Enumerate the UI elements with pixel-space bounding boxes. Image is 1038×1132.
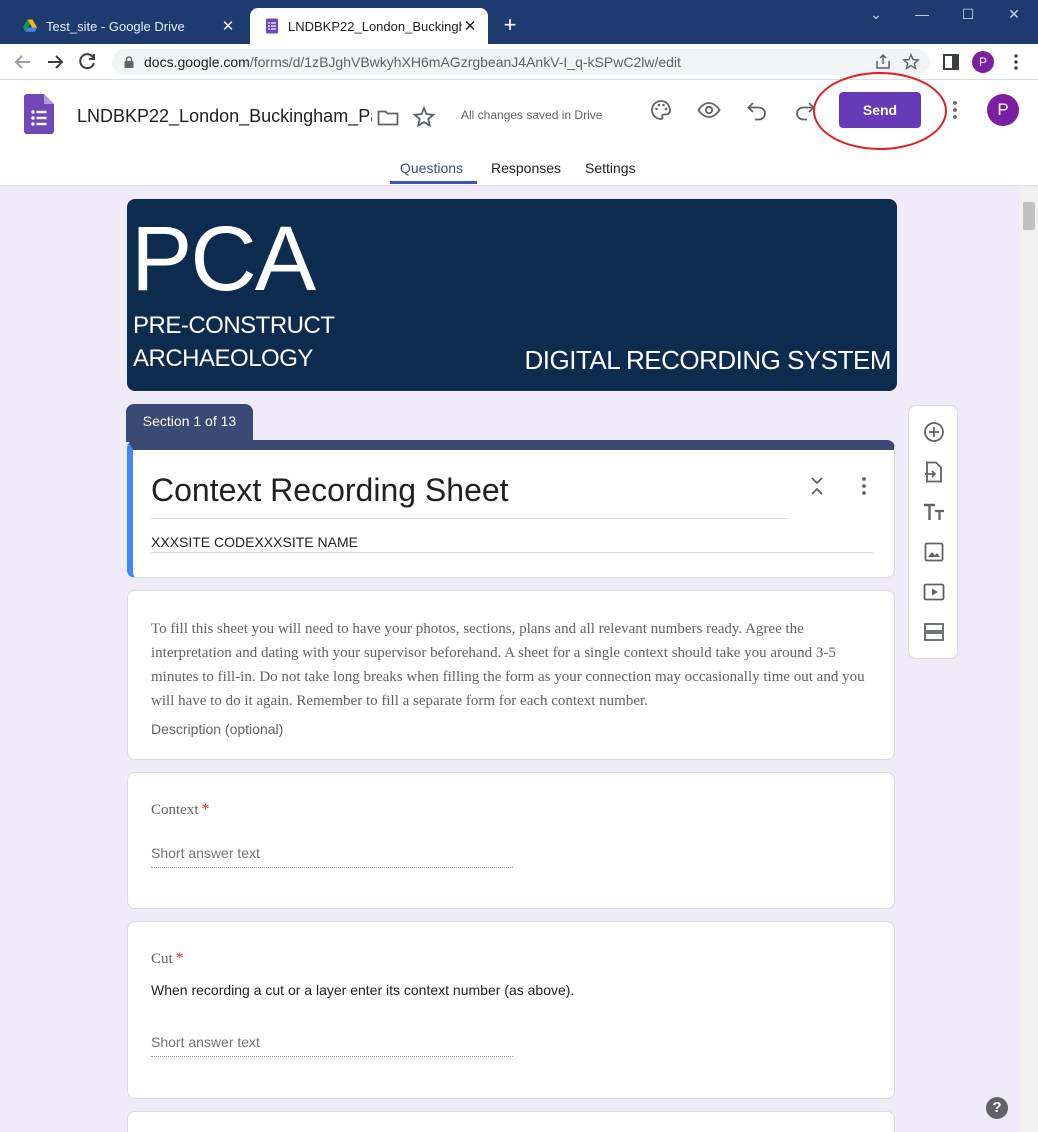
answer-underline — [151, 1056, 513, 1057]
intro-text[interactable]: To fill this sheet you will need to have… — [151, 617, 871, 713]
maximize-window-button[interactable]: ☐ — [953, 6, 983, 26]
add-title-description-icon[interactable] — [922, 500, 946, 524]
browser-tab-forms[interactable]: LNDBKP22_London_Buckingham_ ✕ — [250, 8, 488, 44]
collapse-section-icon[interactable] — [805, 474, 829, 498]
save-status: All changes saved in Drive — [461, 108, 603, 122]
browser-tab-bar: Test_site - Google Drive ✕ LNDBKP22_Lond… — [0, 0, 1038, 44]
close-window-button[interactable]: ✕ — [999, 6, 1029, 26]
document-title[interactable]: LNDBKP22_London_Buckingham_Pa — [77, 106, 372, 127]
add-section-icon[interactable] — [922, 620, 946, 644]
banner-system-name: DIGITAL RECORDING SYSTEM — [524, 345, 892, 375]
question-help-text[interactable]: When recording a cut or a layer enter it… — [151, 982, 574, 998]
google-forms-icon — [266, 18, 278, 34]
close-tab-icon[interactable]: ✕ — [462, 17, 478, 35]
question-label: Cut — [151, 951, 173, 967]
url-field[interactable]: docs.google.com/forms/d/1zBJghVBwkyhXH6m… — [112, 49, 930, 75]
share-icon[interactable] — [874, 53, 892, 71]
required-asterisk: * — [201, 801, 210, 818]
reload-icon[interactable] — [75, 50, 99, 74]
scrollbar-thumb[interactable] — [1023, 202, 1035, 230]
section-more-icon[interactable] — [852, 474, 876, 498]
floating-toolbar — [908, 405, 958, 659]
add-video-icon[interactable] — [922, 580, 946, 604]
page-scrollbar[interactable] — [1020, 186, 1038, 1132]
banner-logo-text: PCA — [131, 208, 316, 310]
question-card-cut[interactable]: Cut * When recording a cut or a layer ent… — [127, 921, 895, 1099]
bookmark-star-icon[interactable] — [902, 53, 920, 71]
google-drive-icon — [23, 19, 37, 32]
short-answer-placeholder: Short answer text — [151, 1034, 260, 1050]
section-label: Section 1 of 13 — [126, 404, 253, 442]
browser-tab-title: Test_site - Google Drive — [46, 18, 185, 34]
next-question-card[interactable] — [127, 1111, 895, 1132]
tab-questions[interactable]: Questions — [400, 160, 463, 176]
short-answer-placeholder: Short answer text — [151, 845, 260, 861]
section-description[interactable]: XXXSITE CODEXXXSITE NAME — [151, 534, 358, 550]
url-path: /forms/d/1zBJghVBwkyhXH6mAGzrgbeanJ4AnkV… — [249, 54, 681, 70]
browser-menu-icon[interactable] — [1006, 52, 1026, 72]
add-question-icon[interactable] — [922, 420, 946, 444]
tab-responses[interactable]: Responses — [491, 160, 561, 176]
question-title[interactable]: Cut * — [151, 950, 184, 968]
form-header-banner[interactable]: PCA PRE-CONSTRUCT ARCHAEOLOGY DIGITAL RE… — [127, 199, 897, 391]
question-title[interactable]: Context * — [151, 801, 210, 819]
forward-arrow-icon[interactable] — [43, 50, 67, 74]
help-button[interactable]: ? — [986, 1097, 1008, 1119]
intro-description-hint[interactable]: Description (optional) — [151, 721, 283, 737]
star-icon[interactable] — [412, 105, 436, 129]
back-arrow-icon[interactable] — [11, 50, 35, 74]
minimize-window-button[interactable]: — — [907, 6, 937, 26]
google-forms-logo-icon[interactable] — [24, 94, 54, 134]
question-label: Context — [151, 802, 199, 818]
active-tab-indicator — [390, 181, 477, 184]
url-host: docs.google.com — [144, 54, 250, 70]
browser-tab-drive[interactable]: Test_site - Google Drive ✕ — [8, 8, 246, 44]
answer-underline — [151, 867, 513, 868]
intro-text-card[interactable]: To fill this sheet you will need to have… — [127, 590, 895, 760]
url-text: docs.google.com/forms/d/1zBJghVBwkyhXH6m… — [144, 54, 874, 70]
move-to-folder-icon[interactable] — [376, 105, 400, 129]
tab-search-icon[interactable]: ⌄ — [861, 6, 891, 26]
banner-line-2: ARCHAEOLOGY — [133, 345, 313, 372]
tab-settings[interactable]: Settings — [585, 160, 636, 176]
side-panel-icon[interactable] — [941, 52, 961, 72]
banner-line-1: PRE-CONSTRUCT — [133, 312, 335, 339]
send-highlight-circle — [813, 72, 947, 150]
customize-theme-palette-icon[interactable] — [649, 98, 673, 122]
title-underline — [151, 518, 787, 519]
add-image-icon[interactable] — [922, 540, 946, 564]
browser-profile-avatar[interactable]: P — [972, 51, 994, 73]
undo-icon[interactable] — [745, 98, 769, 122]
browser-tab-title: LNDBKP22_London_Buckingham_ — [288, 18, 462, 34]
import-questions-icon[interactable] — [922, 460, 946, 484]
section-title-card[interactable]: Context Recording Sheet XXXSITE CODEXXXS… — [127, 440, 895, 578]
lock-icon[interactable] — [122, 55, 136, 69]
required-asterisk: * — [175, 950, 184, 967]
description-underline — [151, 552, 873, 553]
question-card-context[interactable]: Context * Short answer text — [127, 772, 895, 909]
preview-eye-icon[interactable] — [697, 98, 721, 122]
section-title[interactable]: Context Recording Sheet — [151, 472, 509, 509]
close-tab-icon[interactable]: ✕ — [220, 17, 236, 35]
new-tab-button[interactable]: + — [497, 12, 523, 38]
account-avatar[interactable]: P — [987, 94, 1019, 126]
